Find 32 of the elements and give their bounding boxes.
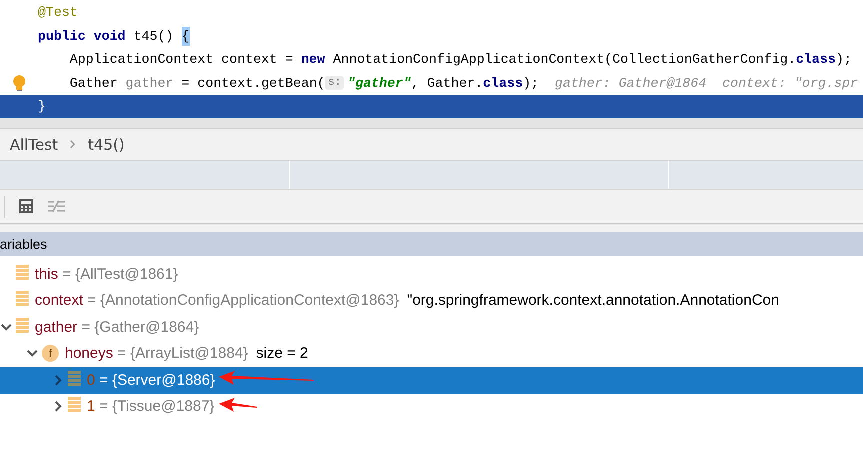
variable-icon bbox=[68, 397, 81, 412]
variable-icon bbox=[16, 291, 29, 306]
variable-icon bbox=[16, 264, 29, 280]
code-line: } bbox=[38, 98, 46, 116]
lightbulb-icon[interactable] bbox=[12, 74, 26, 92]
chevron-down-icon[interactable] bbox=[0, 324, 12, 331]
code-line: @Test bbox=[38, 4, 78, 22]
chevron-right-icon[interactable] bbox=[54, 401, 62, 412]
calculator-icon[interactable] bbox=[19, 199, 34, 214]
variable-row[interactable]: this = {AllTest@1861} bbox=[0, 261, 863, 288]
variable-row[interactable]: 0 = {Server@1886} bbox=[0, 367, 863, 394]
variable-row[interactable]: gather = {Gather@1864} bbox=[0, 314, 863, 340]
variable-label: context = {AnnotationConfigApplicationContext@1863} "org.springframework.context.annotation.AnnotationCon bbox=[35, 292, 780, 310]
variable-row[interactable]: context = {AnnotationConfigApplicationContext@1863} "org.springframework.context.annotation.AnnotationCon bbox=[0, 288, 863, 314]
variable-label: 0 = {Server@1886} bbox=[87, 372, 216, 389]
code-line: ApplicationContext context = new AnnotationConfigApplicationContext(CollectionGatherConfig.class); bbox=[68, 51, 852, 70]
variable-label: gather = {Gather@1864} bbox=[35, 318, 200, 336]
chevron-down-icon[interactable] bbox=[26, 350, 38, 358]
variable-label: this = {AllTest@1861} bbox=[35, 266, 178, 283]
variable-row[interactable]: f honeys = {ArrayList@1884} size = 2 bbox=[0, 340, 863, 367]
code-line: public void t45() { bbox=[38, 26, 190, 48]
breadcrumb-item[interactable]: AllTest bbox=[10, 136, 58, 154]
variable-row[interactable]: 1 = {Tissue@1887} bbox=[0, 394, 863, 420]
variable-icon bbox=[16, 318, 29, 333]
panel-title: ariables bbox=[0, 236, 48, 252]
variable-label: honeys = {ArrayList@1884} size = 2 bbox=[65, 345, 308, 362]
field-icon: f bbox=[42, 345, 59, 362]
variable-icon bbox=[68, 370, 81, 386]
chevron-icon bbox=[70, 140, 76, 149]
code-line: Gather gather = context.getBean( s: "gather", Gather.class); gather: Gather@1864 context: "org.spr bbox=[68, 74, 858, 93]
breadcrumb-item[interactable]: t45() bbox=[88, 136, 125, 154]
variable-label: 1 = {Tissue@1887} bbox=[87, 398, 215, 416]
